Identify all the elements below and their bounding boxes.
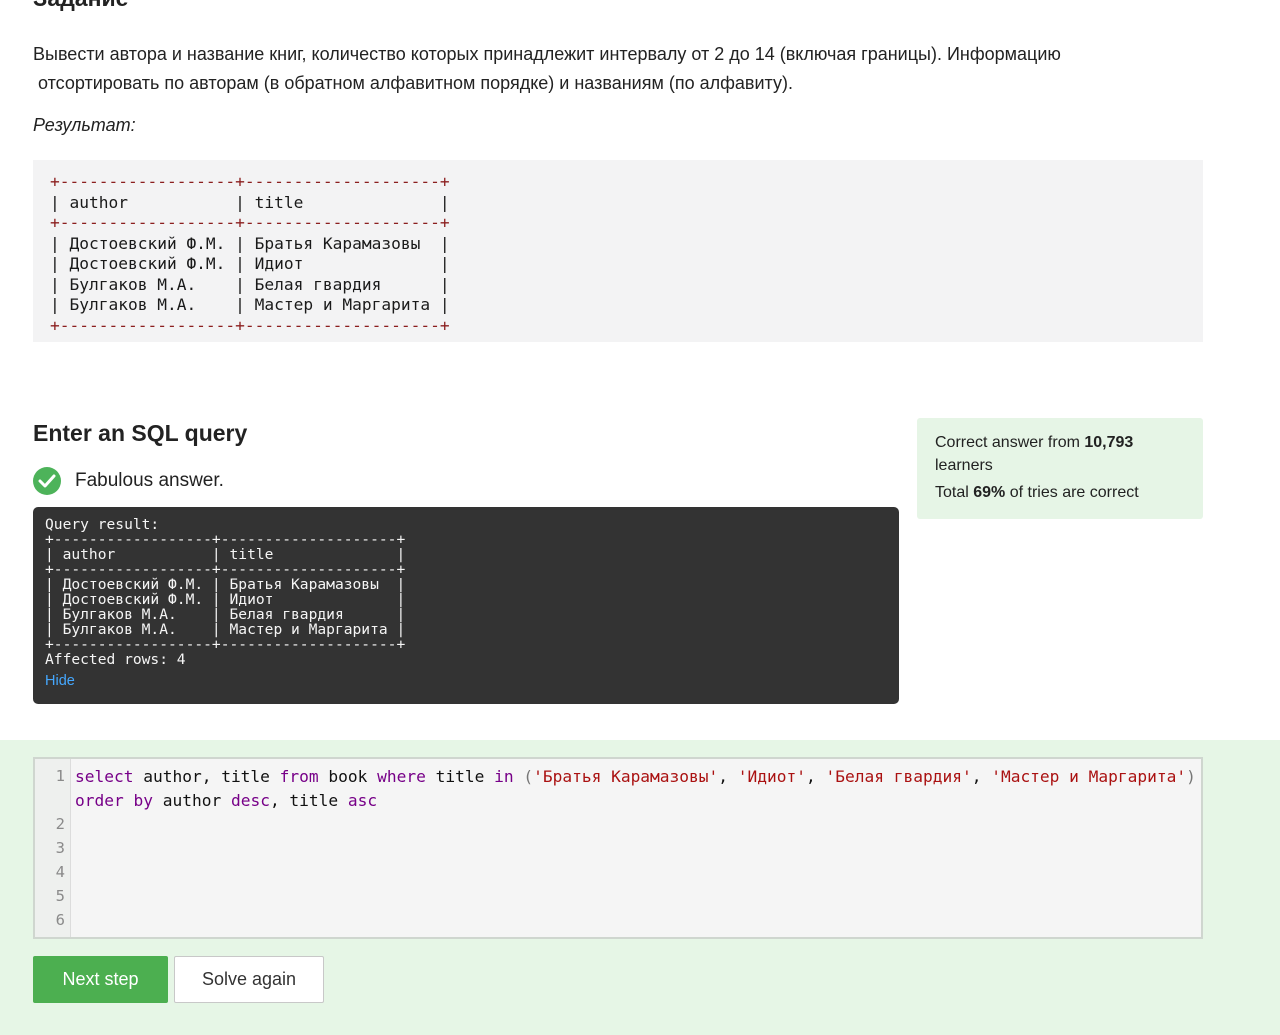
table-border: +------------------+--------------------… <box>50 213 450 232</box>
result-label: Результат: <box>33 115 136 135</box>
stats-prefix: Correct answer from <box>935 434 1085 451</box>
correct-percent: 69% <box>973 484 1006 501</box>
sql-code-editor[interactable]: 1 2 3 4 5 6 select author, title from bo… <box>33 757 1203 939</box>
status-text: Fabulous answer. <box>75 470 224 491</box>
line-number: 2 <box>55 815 65 833</box>
keyword-from: from <box>279 767 319 786</box>
affected-rows: Affected rows: 4 <box>45 651 186 668</box>
hide-link[interactable]: Hide <box>45 673 887 689</box>
line-number-gutter: 1 2 3 4 5 6 <box>35 759 71 937</box>
table-row: | Достоевский Ф.М. | Братья Карамазовы | <box>50 233 450 253</box>
code-columns: author, title <box>133 767 280 786</box>
code-string: 'Белая гвардия' <box>825 767 972 786</box>
stats-learners: Correct answer from 10,793 learners <box>935 431 1185 477</box>
code-order-col: , title <box>269 791 348 810</box>
total-prefix: Total <box>935 484 974 501</box>
code-table: book <box>318 767 378 786</box>
learners-count: 10,793 <box>1084 434 1134 451</box>
keyword-asc: asc <box>347 791 378 810</box>
total-suffix: of tries are correct <box>1005 484 1139 501</box>
code-comma: , <box>718 767 738 786</box>
keyword-by: by <box>133 791 153 810</box>
task-description: Вывести автора и название книг, количест… <box>33 40 1143 98</box>
answer-status: Fabulous answer. <box>33 467 224 495</box>
code-string: 'Мастер и Маргарита' <box>991 767 1187 786</box>
line-number: 4 <box>55 863 65 881</box>
query-heading: Enter an SQL query <box>33 420 248 446</box>
keyword-desc: desc <box>230 791 270 810</box>
table-border: +------------------+--------------------… <box>50 315 450 335</box>
code-column: title <box>425 767 495 786</box>
stats-total: Total 69% of tries are correct <box>935 481 1185 504</box>
line-number: 6 <box>55 911 65 929</box>
line-number: 5 <box>55 887 65 905</box>
check-circle-icon <box>33 467 61 495</box>
code-paren-open: ( <box>523 767 534 786</box>
task-heading: Задание <box>33 0 128 10</box>
keyword-where: where <box>377 767 426 786</box>
solve-again-button[interactable]: Solve again <box>174 956 324 1003</box>
code-line-1-wrap[interactable]: order by author desc, title asc <box>75 789 377 813</box>
task-text-line-2: отсортировать по авторам (в обратном алф… <box>33 73 793 93</box>
keyword-select: select <box>75 767 134 786</box>
table-row: | Булгаков М.А. | Белая гвардия | <box>50 274 450 294</box>
code-comma: , <box>806 767 826 786</box>
code-string: 'Идиот' <box>737 767 807 786</box>
keyword-order: order <box>75 791 124 810</box>
next-step-button[interactable]: Next step <box>33 956 168 1003</box>
task-text-line-1: Вывести автора и название книг, количест… <box>33 44 1061 64</box>
code-string: 'Братья Карамазовы' <box>533 767 719 786</box>
code-order-col: author <box>152 791 231 810</box>
query-result-panel: Query result: +------------------+------… <box>33 507 899 704</box>
code-paren-close: ) <box>1186 767 1196 786</box>
code-comma: , <box>971 767 992 786</box>
learners-suffix: learners <box>935 457 993 474</box>
line-number: 1 <box>55 767 65 785</box>
expected-result-block: +------------------+--------------------… <box>33 160 1203 342</box>
line-number: 3 <box>55 839 65 857</box>
table-border: +------------------+--------------------… <box>50 172 450 191</box>
table-header: | author | title | <box>50 192 450 212</box>
table-row: | Булгаков М.А. | Мастер и Маргарита | <box>50 295 450 314</box>
stats-card: Correct answer from 10,793 learners Total… <box>917 418 1203 519</box>
table-row: | Достоевский Ф.М. | Идиот | <box>50 254 450 273</box>
code-line-1[interactable]: select author, title from book where tit… <box>75 765 1196 789</box>
keyword-in: in <box>494 767 514 786</box>
